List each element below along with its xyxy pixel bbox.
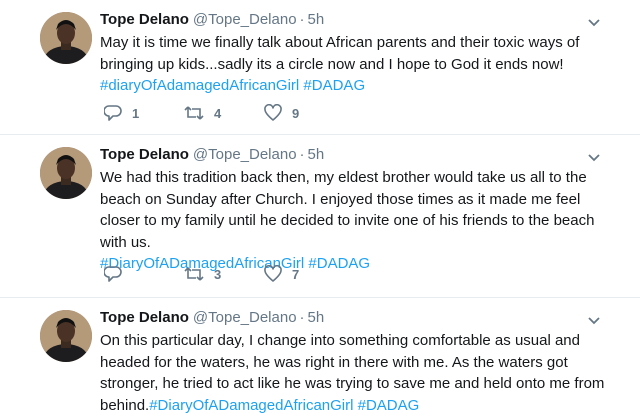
like-button[interactable]: 9 [264, 104, 344, 122]
tweet-actions: 3 7 [104, 265, 344, 283]
avatar[interactable] [40, 310, 92, 362]
heart-icon [264, 104, 282, 121]
author-name[interactable]: Tope Delano [100, 309, 189, 326]
timestamp[interactable]: 5h [308, 11, 325, 28]
tweet-header: Tope Delano @Tope_Delano · 5h [100, 145, 608, 165]
like-button[interactable]: 7 [264, 265, 344, 283]
author-handle[interactable]: @Tope_Delano [193, 11, 297, 28]
separator: · [299, 146, 305, 163]
tweet-header: Tope Delano @Tope_Delano · 5h [100, 10, 608, 30]
tweet-text: May it is time we finally talk about Afr… [100, 32, 608, 97]
separator: · [299, 309, 305, 326]
retweet-button[interactable]: 3 [184, 265, 264, 283]
timestamp[interactable]: 5h [308, 146, 325, 163]
reply-button[interactable] [104, 265, 184, 283]
author-handle[interactable]: @Tope_Delano [193, 309, 297, 326]
reply-icon [104, 105, 122, 121]
timestamp[interactable]: 5h [308, 309, 325, 326]
retweet-button[interactable]: 4 [184, 104, 264, 122]
author-name[interactable]: Tope Delano [100, 11, 189, 28]
tweet-body: We had this tradition back then, my elde… [100, 169, 595, 251]
tweet[interactable]: Tope Delano @Tope_Delano · 5h On this parti… [0, 298, 640, 420]
reply-button[interactable]: 1 [104, 104, 184, 122]
tweet-feed: Tope Delano @Tope_Delano · 5h May it is tim… [0, 0, 640, 420]
tweet-actions: 1 4 9 [104, 104, 344, 122]
tweet-header: Tope Delano @Tope_Delano · 5h [100, 308, 608, 328]
like-count: 9 [292, 105, 300, 121]
retweet-icon [184, 267, 204, 281]
retweet-icon [184, 106, 204, 120]
hashtags[interactable]: #diaryOfAdamagedAfricanGirl #DADAG [100, 77, 365, 94]
author-name[interactable]: Tope Delano [100, 146, 189, 163]
reply-icon [104, 266, 122, 282]
author-handle[interactable]: @Tope_Delano [193, 146, 297, 163]
avatar[interactable] [40, 147, 92, 199]
heart-icon [264, 265, 282, 282]
tweet-text: On this particular day, I change into so… [100, 330, 608, 416]
like-count: 7 [292, 266, 300, 282]
reply-count: 1 [132, 105, 140, 121]
tweet-body: May it is time we finally talk about Afr… [100, 34, 580, 73]
separator: · [299, 11, 305, 28]
hashtags[interactable]: #DiaryOfADamagedAfricanGirl #DADAG [149, 397, 419, 414]
avatar[interactable] [40, 12, 92, 64]
retweet-count: 4 [214, 105, 222, 121]
tweet[interactable]: Tope Delano @Tope_Delano · 5h We had this t… [0, 135, 640, 298]
tweet-text: We had this tradition back then, my elde… [100, 167, 608, 275]
retweet-count: 3 [214, 266, 222, 282]
tweet[interactable]: Tope Delano @Tope_Delano · 5h May it is tim… [0, 0, 640, 135]
